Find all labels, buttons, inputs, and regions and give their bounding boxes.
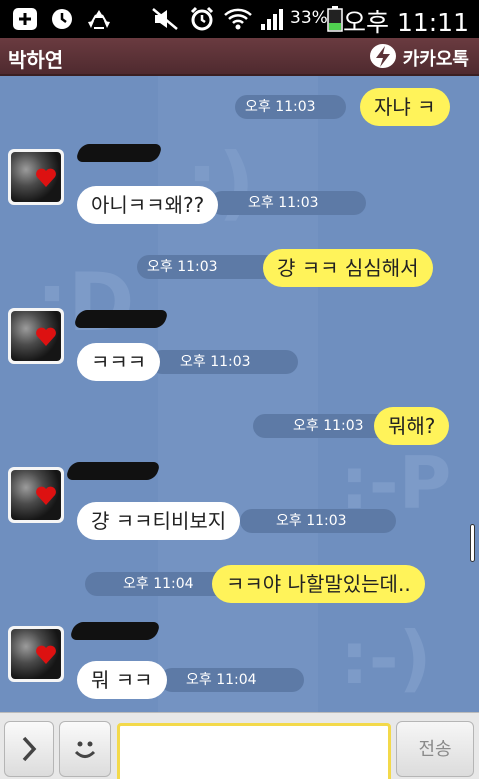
avatar[interactable] [8,149,64,205]
status-bar: 33% 오후 11:11 [0,0,479,38]
message-bubble-received[interactable]: ㅋㅋㅋ [77,343,161,381]
send-button[interactable]: 전송 [396,721,474,777]
chat-area[interactable]: :) :D :-P :-) 오후 11:03 자냐 ㅋ 오후 11:03 아니ㅋ… [0,76,479,712]
chat-title[interactable]: 박하연 [8,44,63,73]
message-bubble-sent[interactable]: ㅋㅋ야 나할말있는데.. [212,565,425,603]
redacted-sender-name [72,310,170,328]
message-bubble-sent[interactable]: 자냐 ㅋ [360,88,450,126]
battery-icon [325,6,345,32]
brand: 카카오톡 [369,43,469,73]
message-bubble-received[interactable]: 아니ㅋㅋ왜?? [77,186,219,224]
message-time: 오후 11:03 [210,191,366,215]
message-bubble-sent[interactable]: 뭐해? [374,407,450,445]
message-time: 오후 11:04 [160,668,304,692]
expand-menu-button[interactable] [4,721,54,777]
message-input[interactable] [117,723,391,779]
clock-icon [48,7,76,31]
message-bubble-received[interactable]: 걍 ㅋㅋ티비보지 [77,502,241,540]
heart-icon [36,168,56,187]
brand-label: 카카오톡 [402,49,469,70]
avatar[interactable] [8,467,64,523]
avatar[interactable] [8,308,64,364]
mute-icon [150,7,180,31]
heart-icon [36,645,56,664]
message-time: 오후 11:03 [150,350,298,374]
signal-icon [258,7,288,31]
avatar[interactable] [8,626,64,682]
heart-icon [36,327,56,346]
background-watermark: :-) [340,616,432,700]
message-time: 오후 11:03 [235,95,346,119]
chevron-right-icon [22,736,37,762]
message-bubble-received[interactable]: 뭐 ㅋㅋ [77,661,167,699]
recycle-icon [84,7,114,31]
kakao-lightning-icon [369,43,397,73]
redacted-sender-name [64,462,162,480]
wifi-icon [222,7,254,31]
status-time: 오후 11:11 [343,8,469,37]
smiley-icon [74,741,96,758]
message-time: 오후 11:03 [240,509,396,533]
heart-icon [36,486,56,505]
message-time: 오후 11:03 [137,255,277,279]
scrollbar[interactable] [470,524,475,562]
battery-percent: 33% [290,8,328,28]
chat-header: 박하연 카카오톡 [0,38,479,76]
redacted-sender-name [74,144,164,162]
redacted-sender-name [68,622,162,640]
message-bubble-sent[interactable]: 걍 ㅋㅋ 심심해서 [263,249,433,287]
add-notification-icon [10,7,40,31]
input-bar: 전송 [0,712,479,779]
alarm-icon [188,6,216,31]
emoticon-button[interactable] [59,721,111,777]
